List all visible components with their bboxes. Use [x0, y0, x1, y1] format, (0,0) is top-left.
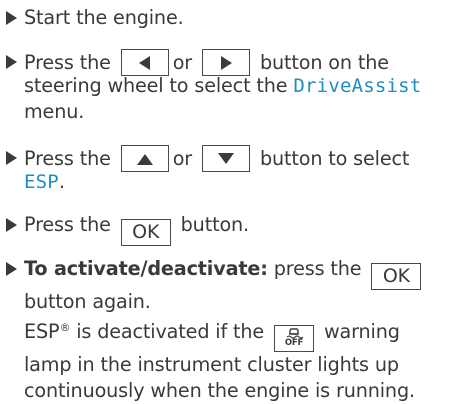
menu-name-esp: ESP — [24, 171, 59, 193]
step-3: Press the or button to select ESP. — [6, 145, 460, 195]
triangle-bullet-icon — [6, 55, 17, 69]
triangle-bullet-icon — [6, 151, 17, 165]
triangle-bullet-icon — [6, 262, 17, 276]
arrow-down-key-icon — [201, 145, 250, 172]
triangle-bullet-icon — [6, 218, 17, 232]
lamp-off-label: OFF — [284, 338, 304, 348]
step-3-line-2: ESP. — [24, 170, 65, 193]
step-2-line-1: Press the or button on the — [24, 49, 389, 76]
step-5-line-2: button again. — [24, 290, 151, 313]
step-2-line-3: menu. — [24, 100, 85, 123]
activate-deactivate-label: To activate/deactivate: — [24, 257, 268, 280]
instruction-page: Start the engine. Press the or button on… — [0, 0, 462, 402]
menu-name-driveassist: DriveAssist — [293, 75, 422, 97]
step-1-text: Start the engine. — [24, 6, 184, 29]
step-5-line-4: lamp in the instrument cluster lights up — [24, 353, 399, 376]
arrow-up-key-icon — [120, 145, 169, 172]
step-4-line-1: Press the OK button. — [6, 212, 460, 246]
step-5-line-1: To activate/deactivate: press the OK — [6, 256, 460, 290]
ok-key: OK — [120, 219, 171, 246]
ok-key: OK — [371, 263, 422, 290]
step-2: Press the or button on the steering whee… — [6, 49, 460, 125]
triangle-bullet-icon — [6, 11, 17, 25]
esp-off-warning-lamp-icon: OFF — [274, 325, 315, 352]
arrow-right-key-icon — [201, 49, 250, 76]
step-2-line-2: steering wheel to select the DriveAssist — [24, 74, 422, 97]
step-1: Start the engine. — [6, 5, 460, 31]
step-3-line-1: Press the or button to select — [24, 145, 410, 172]
step-5-line-3: ESP® is deactivated if the OFF warning — [6, 319, 460, 352]
step-5: To activate/deactivate: press the OK but… — [6, 256, 460, 404]
step-5-line-5: continuously when the engine is running. — [24, 379, 415, 402]
arrow-left-key-icon — [120, 49, 169, 76]
step-4: Press the OK button. — [6, 212, 460, 246]
